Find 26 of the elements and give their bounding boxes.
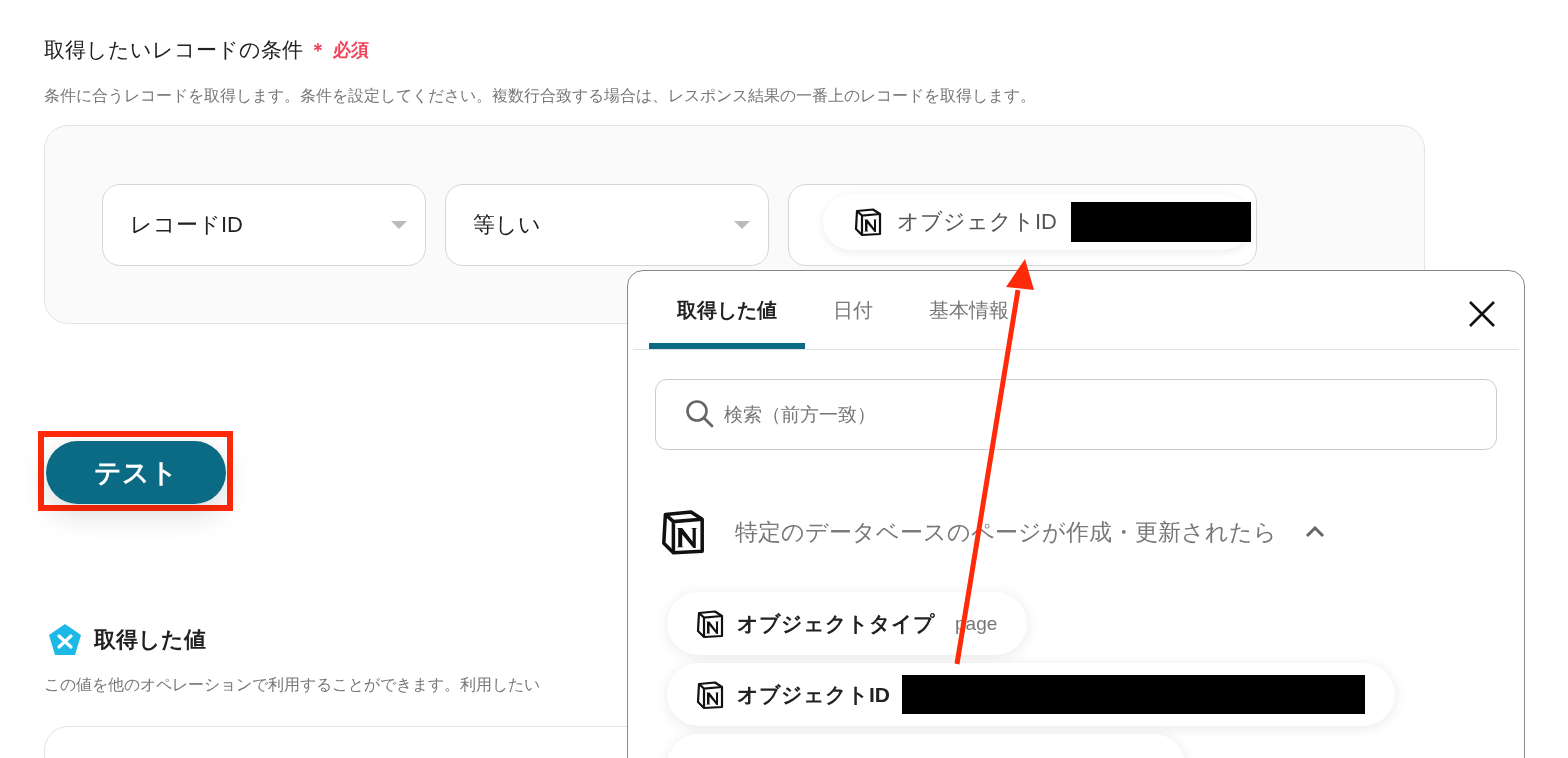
tab[interactable]: 基本情報 xyxy=(901,271,1037,349)
notion-icon xyxy=(695,608,725,639)
chevron-up-icon[interactable] xyxy=(1305,526,1325,538)
caret-icon xyxy=(391,221,407,229)
variable-icon xyxy=(48,623,82,657)
notion-icon xyxy=(695,679,725,710)
section-description: 条件に合うレコードを取得します。条件を設定してください。複数行合致する場合は、レスポンス結果の一番上のレコードを取得します。 xyxy=(44,86,1037,106)
section-title: 取得したいレコードの条件 xyxy=(44,37,303,63)
value-chip[interactable]: オブジェクトID xyxy=(823,194,1251,250)
tab[interactable]: 取得した値 xyxy=(649,271,805,349)
test-button[interactable]: テスト xyxy=(46,441,226,504)
value-item[interactable]: オブジェクトID xyxy=(667,663,1395,726)
value-field[interactable]: オブジェクトID xyxy=(788,184,1257,266)
notion-icon xyxy=(659,508,707,556)
search-field[interactable]: 検索（前方一致） xyxy=(655,379,1497,450)
caret-icon xyxy=(734,221,750,229)
required-label: 必須 xyxy=(333,39,369,62)
search-icon xyxy=(685,399,715,429)
output-title: 取得した値 xyxy=(94,626,206,654)
tab[interactable]: 日付 xyxy=(805,271,901,349)
output-description: この値を他のオペレーションで利用することができます。利用したい xyxy=(44,675,540,695)
close-button[interactable] xyxy=(1467,299,1497,329)
notion-icon xyxy=(853,207,883,237)
operator-select[interactable]: 等しい xyxy=(445,184,769,266)
field-select[interactable]: レコードID xyxy=(102,184,426,266)
required-mark: ＊ xyxy=(309,39,327,62)
